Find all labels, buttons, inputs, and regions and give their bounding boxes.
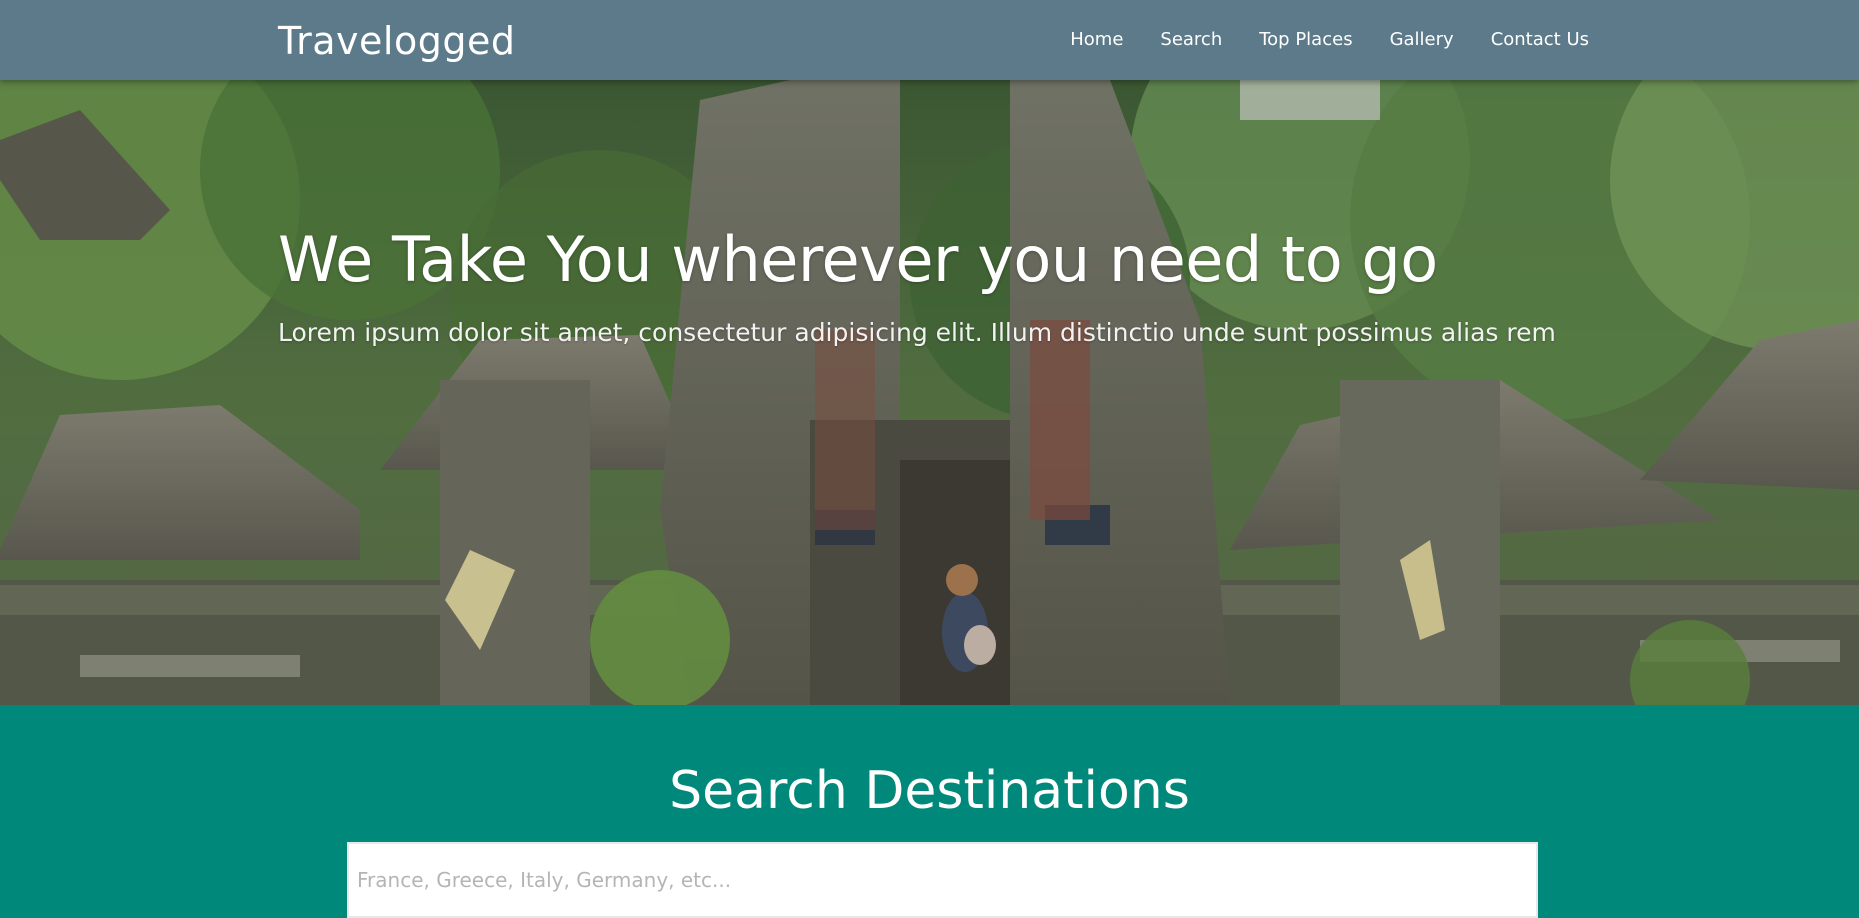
hero-title: We Take You wherever you need to go [278,223,1438,296]
nav-link-gallery[interactable]: Gallery [1390,28,1454,52]
nav-link-search[interactable]: Search [1160,28,1222,52]
brand-logo[interactable]: Travelogged [278,18,515,64]
hero-overlay [0,80,1859,705]
nav-link-top-places[interactable]: Top Places [1259,28,1352,52]
navbar: Travelogged Home Search Top Places Galle… [0,0,1859,80]
search-input[interactable] [347,842,1538,918]
nav-link-contact-us[interactable]: Contact Us [1491,28,1589,52]
search-section: Search Destinations [0,705,1859,918]
hero-section: We Take You wherever you need to go Lore… [0,80,1859,705]
search-title: Search Destinations [669,761,1190,821]
nav-link-home[interactable]: Home [1070,28,1123,52]
hero-subtitle: Lorem ipsum dolor sit amet, consectetur … [278,318,1556,347]
nav-links: Home Search Top Places Gallery Contact U… [1033,28,1589,52]
